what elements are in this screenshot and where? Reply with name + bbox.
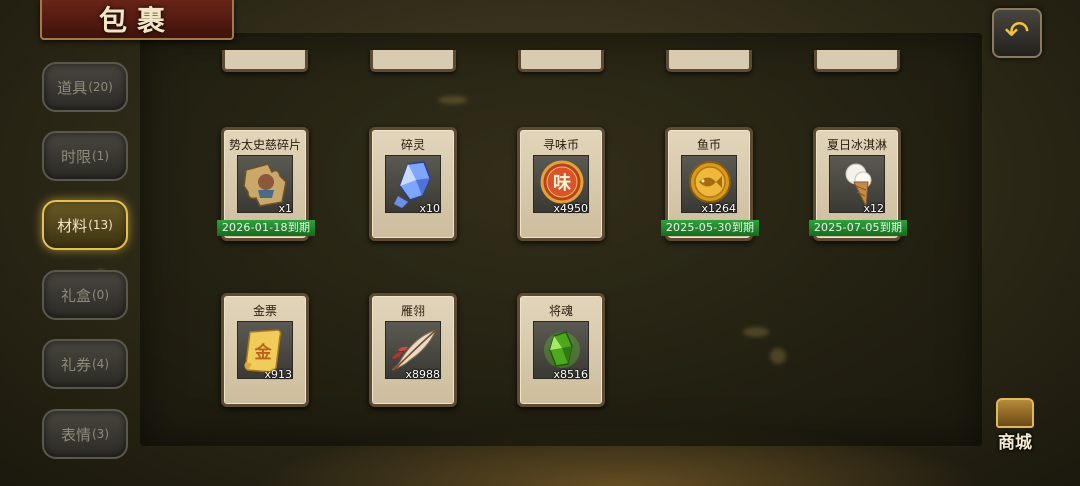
tab-label: 礼券 — [60, 355, 91, 374]
page-title: 包裹 — [98, 4, 175, 37]
item-quantity: x8988 — [405, 368, 440, 381]
expiry-banner: 2025-07-05到期 — [809, 220, 907, 236]
back-arrow-icon: ↶ — [1004, 15, 1030, 50]
item-name: 寻味币 — [542, 138, 579, 152]
expiry-banner: 2025-05-30到期 — [661, 220, 759, 236]
tab-count: (4) — [92, 357, 109, 371]
item-quantity: x913 — [264, 368, 292, 381]
tab-count: (0) — [92, 288, 109, 302]
tab-items[interactable]: 道具 (20) — [42, 62, 128, 112]
item-quantity: x10 — [419, 202, 440, 215]
tab-label: 道具 — [57, 78, 88, 97]
item-card-partial[interactable] — [814, 50, 900, 72]
item-quantity: x12 — [863, 202, 884, 215]
item-card[interactable]: 金票 金 x913 — [221, 293, 309, 407]
tab-materials[interactable]: 材料 (13) — [42, 200, 128, 250]
page-title-plate: 包裹 — [40, 0, 234, 40]
tab-count: (3) — [92, 427, 109, 441]
item-card[interactable]: 碎灵 x10 — [369, 127, 457, 241]
item-quantity: x8516 — [553, 368, 588, 381]
item-card-partial[interactable] — [222, 50, 308, 72]
expiry-banner: 2026-01-18到期 — [217, 220, 315, 236]
item-card-partial[interactable] — [666, 50, 752, 72]
tab-count: (20) — [88, 80, 113, 94]
item-name: 鱼币 — [696, 138, 721, 152]
shop-label: 商城 — [998, 433, 1032, 453]
item-name: 势太史慈碎片 — [228, 138, 301, 152]
item-quantity: x1264 — [701, 202, 736, 215]
tab-label: 材料 — [57, 216, 88, 235]
tab-time-limited[interactable]: 时限 (1) — [42, 131, 128, 181]
tab-count: (13) — [88, 218, 113, 232]
tab-label: 表情 — [60, 425, 91, 444]
tab-label: 礼盒 — [60, 286, 91, 305]
ticket-glyph: 金 — [254, 342, 273, 363]
tab-gift-boxes[interactable]: 礼盒 (0) — [42, 270, 128, 320]
tab-emotes[interactable]: 表情 (3) — [42, 409, 128, 459]
coin-glyph: 味 — [553, 173, 571, 194]
item-quantity: x1 — [278, 202, 292, 215]
tab-label: 时限 — [60, 147, 91, 166]
tab-count: (1) — [92, 149, 109, 163]
item-name: 金票 — [252, 304, 277, 318]
item-card[interactable]: 雁翎 x8988 — [369, 293, 457, 407]
item-name: 将魂 — [548, 304, 573, 318]
item-card-partial[interactable] — [370, 50, 456, 72]
tab-vouchers[interactable]: 礼券 (4) — [42, 339, 128, 389]
item-name: 夏日冰淇淋 — [826, 138, 887, 152]
item-card[interactable]: 夏日冰淇淋 x12 2025-07-05到期 — [809, 127, 907, 241]
item-card[interactable]: 鱼币 x1264 2025-05-30到期 — [661, 127, 759, 241]
item-card[interactable]: 寻味币 味 x4950 — [517, 127, 605, 241]
item-quantity: x4950 — [553, 202, 588, 215]
item-name: 碎灵 — [400, 138, 425, 152]
item-card[interactable]: 势太史慈碎片 x1 2026-01-18到期 — [217, 127, 315, 241]
shop-button[interactable]: 商城 — [988, 396, 1042, 454]
item-card[interactable]: 将魂 x8516 — [517, 293, 605, 407]
back-button[interactable]: ↶ — [992, 8, 1042, 58]
item-card-partial[interactable] — [518, 50, 604, 72]
item-name: 雁翎 — [400, 304, 425, 318]
treasure-chest-icon — [996, 398, 1034, 428]
